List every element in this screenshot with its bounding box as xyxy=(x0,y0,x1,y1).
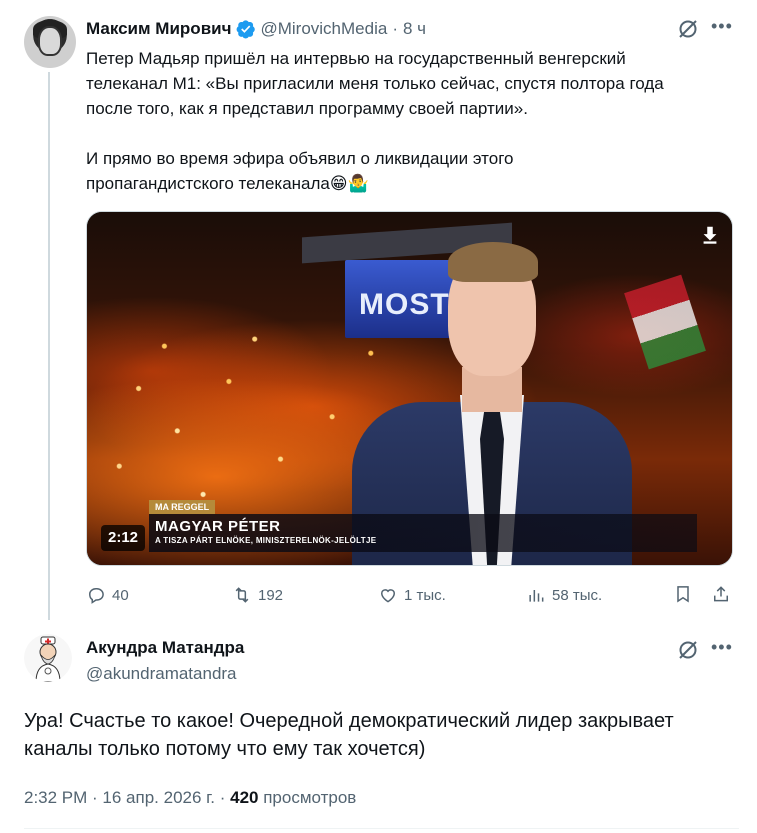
lower-third-tag: MA REGGEL xyxy=(149,500,216,514)
reply-views-count: 420 xyxy=(230,788,259,807)
reply-author-name[interactable]: Акундра Матандра xyxy=(86,638,244,658)
reply-button[interactable]: 40 xyxy=(86,584,129,606)
reply-count: 40 xyxy=(112,586,129,604)
separator-dot: · xyxy=(392,19,398,38)
author-name[interactable]: Максим Мирович xyxy=(86,19,231,39)
grok-icon[interactable] xyxy=(676,17,700,41)
reply-icon xyxy=(88,588,104,604)
tweet-text-line: пропагандистского телеканала😁🤷‍♂️ xyxy=(86,174,369,193)
views-icon xyxy=(529,590,544,602)
tweet-text-line: И прямо во время эфира объявил о ликвида… xyxy=(86,149,514,168)
grok-icon[interactable] xyxy=(676,638,700,662)
reply-author-avatar[interactable] xyxy=(24,634,72,682)
views-count: 58 тыс. xyxy=(552,586,603,604)
divider xyxy=(24,828,739,829)
reply-meta: 2:32 PM · 16 апр. 2026 г. · 420 просмотр… xyxy=(24,788,356,808)
lower-third-subtitle: A TISZA PÁRT ELNÖKE, MINISZTERELNÖK-JELÖ… xyxy=(155,536,377,545)
tweet-text-line: телеканал М1: «Вы пригласили меня только… xyxy=(86,74,664,93)
reply-text-line: каналы только потому что ему так хочется… xyxy=(24,738,426,760)
repost-button[interactable]: 192 xyxy=(232,584,283,606)
tweet-text-line: после того, как я представил программу с… xyxy=(86,99,528,118)
more-icon[interactable]: ••• xyxy=(711,637,733,658)
hair xyxy=(448,242,538,282)
tweet-timestamp[interactable]: 8 ч xyxy=(403,19,426,39)
bookmark-icon[interactable] xyxy=(673,584,693,604)
repost-icon xyxy=(235,587,249,603)
reply-timestamp[interactable]: 2:32 PM · 16 апр. 2026 г. · xyxy=(24,788,230,807)
reply-views-label: просмотров xyxy=(258,788,357,807)
verified-badge-icon xyxy=(237,20,256,39)
views-button[interactable]: 58 тыс. xyxy=(526,584,602,606)
video-player[interactable]: MOST MA REGGEL MAGYAR PÉTER A TISZA PÁRT… xyxy=(86,211,733,566)
download-icon[interactable] xyxy=(699,224,721,246)
video-duration-badge: 2:12 xyxy=(101,525,146,551)
tweet-text-line: Петер Мадьяр пришёл на интервью на госуд… xyxy=(86,49,626,68)
like-count: 1 тыс. xyxy=(404,586,446,604)
author-handle[interactable]: @MirovichMedia xyxy=(260,19,387,39)
like-button[interactable]: 1 тыс. xyxy=(378,584,446,606)
tweet-header: Максим Мирович @MirovichMedia · 8 ч xyxy=(86,18,426,40)
reply-text-line: Ура! Счастье то какое! Очередной демокра… xyxy=(24,710,674,732)
repost-count: 192 xyxy=(258,586,284,604)
reply-text: Ура! Счастье то какое! Очередной демокра… xyxy=(24,707,739,763)
tweet-text: Петер Мадьяр пришёл на интервью на госуд… xyxy=(86,46,741,196)
thread-connector-line xyxy=(48,72,50,620)
reply-author-handle[interactable]: @akundramatandra xyxy=(86,664,237,684)
doctor-cartoon-icon xyxy=(24,634,72,682)
video-lower-third: MA REGGEL MAGYAR PÉTER A TISZA PÁRT ELNÖ… xyxy=(149,500,697,552)
like-icon xyxy=(380,589,396,603)
share-icon[interactable] xyxy=(711,584,731,604)
avatar-face xyxy=(38,26,62,56)
author-avatar[interactable] xyxy=(24,16,76,68)
lower-third-name: MAGYAR PÉTER xyxy=(155,518,281,535)
more-icon[interactable]: ••• xyxy=(711,16,733,37)
